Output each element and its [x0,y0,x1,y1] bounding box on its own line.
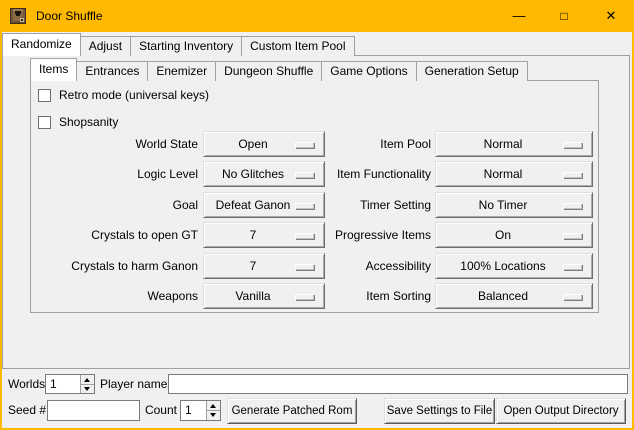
spin-up-icon[interactable] [207,401,220,410]
generate-patched-rom-button[interactable]: Generate Patched Rom [227,398,357,424]
world-state-dropdown[interactable]: Open [203,131,325,157]
item-functionality-label: Item Functionality [310,161,431,187]
item-functionality-dropdown[interactable]: Normal [435,161,593,187]
dropdown-indicator-icon [563,142,582,148]
crystals-ganon-label: Crystals to harm Ganon [34,253,198,279]
worlds-spinner-arrows [80,375,94,393]
player-names-label: Player names [100,374,173,394]
weapons-value: Vanilla [235,289,270,303]
count-label: Count [143,400,177,421]
shopsanity-label: Shopsanity [59,115,118,129]
weapons-label: Weapons [34,283,198,309]
retro-mode-label: Retro mode (universal keys) [59,88,209,102]
dropdown-indicator-icon [563,264,582,270]
worlds-spinner[interactable]: 1 [45,374,95,394]
dropdown-indicator-icon [563,203,582,209]
maximize-button[interactable]: □ [547,0,581,32]
retro-mode-checkbox-row: Retro mode (universal keys) [38,88,209,102]
logic-level-dropdown[interactable]: No Glitches [203,161,325,187]
item-functionality-value: Normal [484,167,523,181]
goal-value: Defeat Ganon [216,198,291,212]
timer-setting-label: Timer Setting [310,192,431,218]
count-spinner[interactable]: 1 [180,400,221,421]
minimize-button[interactable]: — [502,0,536,32]
tab-custom-item-pool[interactable]: Custom Item Pool [241,36,354,56]
seed-label: Seed # [8,400,46,421]
tab-starting-inventory[interactable]: Starting Inventory [130,36,242,56]
window-title: Door Shuffle [36,0,103,32]
dropdown-indicator-icon [563,233,582,239]
crystals-gt-dropdown[interactable]: 7 [203,222,325,248]
world-state-label: World State [34,131,198,157]
shopsanity-checkbox[interactable] [38,116,51,129]
tab-game-options[interactable]: Game Options [321,61,416,81]
inner-tab-bar: Items Entrances Enemizer Dungeon Shuffle… [30,58,528,81]
tab-randomize[interactable]: Randomize [2,33,81,56]
crystals-gt-label: Crystals to open GT [34,222,198,248]
player-names-input[interactable] [168,374,628,394]
seed-input[interactable] [47,400,140,421]
goal-dropdown[interactable]: Defeat Ganon [203,192,325,218]
title-bar[interactable]: Door Shuffle — □ ✕ [0,0,634,32]
close-button[interactable]: ✕ [594,0,628,32]
save-settings-button[interactable]: Save Settings to File [384,398,495,424]
crystals-ganon-value: 7 [250,259,257,273]
logic-level-value: No Glitches [222,167,284,181]
spin-up-icon[interactable] [81,375,94,384]
spin-down-icon[interactable] [207,410,220,420]
weapons-dropdown[interactable]: Vanilla [203,283,325,309]
tab-enemizer[interactable]: Enemizer [147,61,216,81]
dropdown-indicator-icon [563,294,582,300]
open-output-directory-button[interactable]: Open Output Directory [496,398,626,424]
tab-dungeon-shuffle[interactable]: Dungeon Shuffle [215,61,322,81]
retro-mode-checkbox[interactable] [38,89,51,102]
tab-generation-setup[interactable]: Generation Setup [416,61,528,81]
goal-label: Goal [34,192,198,218]
outer-tab-bar: Randomize Adjust Starting Inventory Cust… [2,33,355,56]
tab-items[interactable]: Items [30,58,77,81]
item-sorting-value: Balanced [478,289,528,303]
item-pool-label: Item Pool [310,131,431,157]
progressive-items-value: On [495,228,511,242]
progressive-items-label: Progressive Items [310,222,431,248]
item-sorting-dropdown[interactable]: Balanced [435,283,593,309]
accessibility-dropdown[interactable]: 100% Locations [435,253,593,279]
worlds-label: Worlds [8,374,45,394]
app-icon [10,8,26,24]
world-state-value: Open [238,137,267,151]
accessibility-value: 100% Locations [460,259,545,273]
shopsanity-checkbox-row: Shopsanity [38,115,118,129]
item-pool-value: Normal [484,137,523,151]
crystals-ganon-dropdown[interactable]: 7 [203,253,325,279]
worlds-value: 1 [46,375,80,393]
item-sorting-label: Item Sorting [310,283,431,309]
spin-down-icon[interactable] [81,384,94,394]
logic-level-label: Logic Level [34,161,198,187]
dropdown-indicator-icon [563,172,582,178]
crystals-gt-value: 7 [250,228,257,242]
tab-entrances[interactable]: Entrances [76,61,148,81]
door-shuffle-window: Door Shuffle — □ ✕ Randomize Adjust Star… [0,0,634,430]
timer-setting-dropdown[interactable]: No Timer [435,192,593,218]
tab-adjust[interactable]: Adjust [80,36,131,56]
timer-setting-value: No Timer [479,198,528,212]
progressive-items-dropdown[interactable]: On [435,222,593,248]
item-pool-dropdown[interactable]: Normal [435,131,593,157]
count-value: 1 [181,401,206,420]
accessibility-label: Accessibility [310,253,431,279]
count-spinner-arrows [206,401,220,420]
